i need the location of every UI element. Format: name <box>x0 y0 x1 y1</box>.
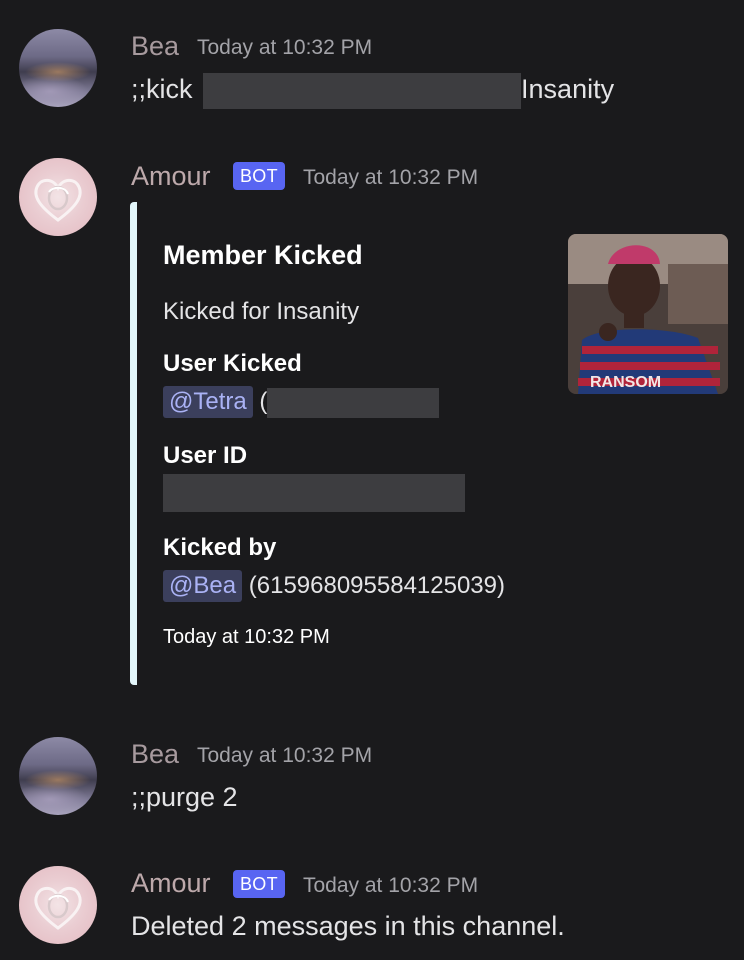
heart-icon <box>34 886 82 930</box>
author-name[interactable]: Bea <box>131 739 179 770</box>
field-paren: ( <box>259 388 268 415</box>
user-id-text: (615968095584125039) <box>248 572 505 599</box>
avatar[interactable] <box>19 737 97 815</box>
embed-description: Kicked for Insanity <box>163 298 360 325</box>
mention-tetra[interactable]: @Tetra <box>163 386 253 418</box>
redacted-block <box>203 73 522 109</box>
timestamp: Today at 10:32 PM <box>303 874 479 897</box>
mention-bea[interactable]: @Bea <box>163 570 243 602</box>
field-name-user-id: User ID <box>163 442 248 469</box>
bot-tag: BOT <box>233 870 285 898</box>
embed-accent-bar <box>130 202 137 685</box>
reason-text: Insanity <box>521 74 615 105</box>
author-name[interactable]: Bea <box>131 31 179 62</box>
field-value-user-kicked: @Tetra ( <box>163 386 440 418</box>
bot-tag: BOT <box>233 162 285 190</box>
embed-title: Member Kicked <box>163 240 363 270</box>
avatar[interactable] <box>19 158 97 236</box>
embed: Member Kicked Kicked for Insanity User K… <box>130 202 730 685</box>
avatar[interactable] <box>19 866 97 944</box>
heart-icon <box>34 178 82 222</box>
embed-thumbnail[interactable]: RANSOM <box>568 234 728 394</box>
avatar[interactable] <box>19 29 97 107</box>
field-name-kicked-by: Kicked by <box>163 534 277 561</box>
message-content: Deleted 2 messages in this channel. <box>131 911 565 941</box>
author-name[interactable]: Amour <box>131 161 211 192</box>
field-value-kicked-by: @Bea (615968095584125039) <box>163 570 505 602</box>
command-text: ;;kick <box>131 74 193 105</box>
redacted-block <box>267 387 440 418</box>
message-content: ;;purge 2 <box>131 782 238 812</box>
timestamp: Today at 10:32 PM <box>197 744 373 767</box>
author-name[interactable]: Amour <box>131 868 211 899</box>
message-content: ;;kick Insanity <box>131 73 614 109</box>
person-photo-icon <box>568 234 728 394</box>
timestamp: Today at 10:32 PM <box>197 36 373 59</box>
timestamp: Today at 10:32 PM <box>303 166 479 189</box>
redacted-block <box>163 474 465 512</box>
embed-footer-timestamp: Today at 10:32 PM <box>163 626 330 648</box>
thumbnail-shirt-text: RANSOM <box>590 374 662 391</box>
field-value-user-id <box>163 474 465 512</box>
field-name-user-kicked: User Kicked <box>163 350 302 377</box>
